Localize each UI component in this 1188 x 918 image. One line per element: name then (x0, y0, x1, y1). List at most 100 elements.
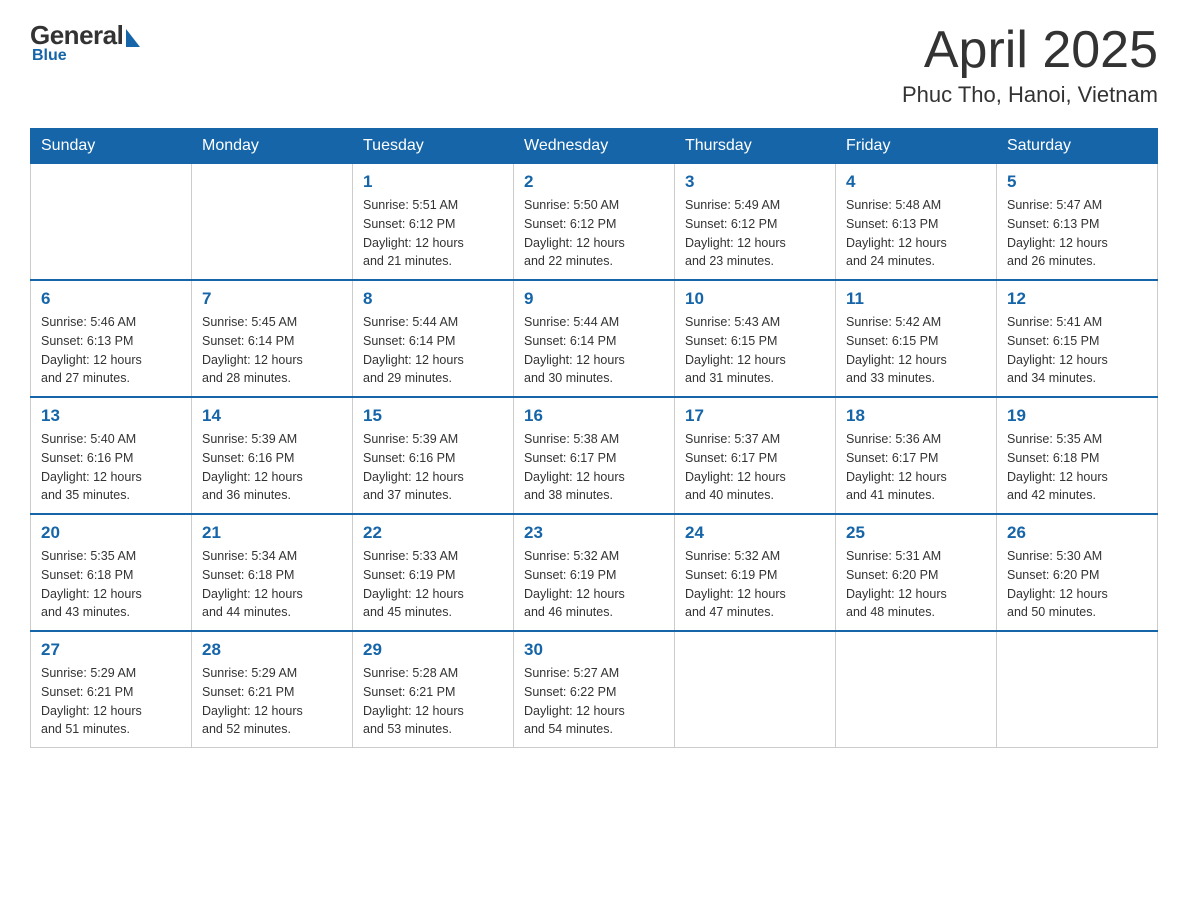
day-number: 30 (524, 640, 664, 660)
day-number: 6 (41, 289, 181, 309)
day-number: 19 (1007, 406, 1147, 426)
calendar-cell: 25 Sunrise: 5:31 AM Sunset: 6:20 PM Dayli… (836, 514, 997, 631)
calendar-cell: 16 Sunrise: 5:38 AM Sunset: 6:17 PM Dayli… (514, 397, 675, 514)
day-info: Sunrise: 5:50 AM Sunset: 6:12 PM Dayligh… (524, 196, 664, 271)
day-number: 3 (685, 172, 825, 192)
day-number: 24 (685, 523, 825, 543)
calendar-cell: 4 Sunrise: 5:48 AM Sunset: 6:13 PM Daylig… (836, 164, 997, 281)
day-info: Sunrise: 5:39 AM Sunset: 6:16 PM Dayligh… (202, 430, 342, 505)
weekday-header-wednesday: Wednesday (514, 129, 675, 164)
day-number: 13 (41, 406, 181, 426)
calendar-cell (31, 164, 192, 281)
day-info: Sunrise: 5:49 AM Sunset: 6:12 PM Dayligh… (685, 196, 825, 271)
day-info: Sunrise: 5:42 AM Sunset: 6:15 PM Dayligh… (846, 313, 986, 388)
calendar-cell: 7 Sunrise: 5:45 AM Sunset: 6:14 PM Daylig… (192, 280, 353, 397)
day-info: Sunrise: 5:34 AM Sunset: 6:18 PM Dayligh… (202, 547, 342, 622)
day-number: 5 (1007, 172, 1147, 192)
day-info: Sunrise: 5:40 AM Sunset: 6:16 PM Dayligh… (41, 430, 181, 505)
calendar-cell: 17 Sunrise: 5:37 AM Sunset: 6:17 PM Dayli… (675, 397, 836, 514)
calendar-cell: 20 Sunrise: 5:35 AM Sunset: 6:18 PM Dayli… (31, 514, 192, 631)
calendar-cell: 13 Sunrise: 5:40 AM Sunset: 6:16 PM Dayli… (31, 397, 192, 514)
day-number: 14 (202, 406, 342, 426)
calendar-cell (997, 631, 1158, 748)
day-number: 20 (41, 523, 181, 543)
calendar-cell: 30 Sunrise: 5:27 AM Sunset: 6:22 PM Dayli… (514, 631, 675, 748)
day-info: Sunrise: 5:32 AM Sunset: 6:19 PM Dayligh… (685, 547, 825, 622)
day-info: Sunrise: 5:39 AM Sunset: 6:16 PM Dayligh… (363, 430, 503, 505)
day-number: 15 (363, 406, 503, 426)
weekday-header-monday: Monday (192, 129, 353, 164)
day-info: Sunrise: 5:31 AM Sunset: 6:20 PM Dayligh… (846, 547, 986, 622)
calendar-week-row: 6Sunrise: 5:46 AM Sunset: 6:13 PM Daylig… (31, 280, 1158, 397)
day-number: 16 (524, 406, 664, 426)
day-number: 23 (524, 523, 664, 543)
weekday-header-tuesday: Tuesday (353, 129, 514, 164)
day-info: Sunrise: 5:28 AM Sunset: 6:21 PM Dayligh… (363, 664, 503, 739)
calendar-cell: 23Sunrise: 5:32 AM Sunset: 6:19 PM Dayli… (514, 514, 675, 631)
calendar-cell: 18 Sunrise: 5:36 AM Sunset: 6:17 PM Dayli… (836, 397, 997, 514)
calendar-subtitle: Phuc Tho, Hanoi, Vietnam (902, 82, 1158, 108)
calendar-cell: 3 Sunrise: 5:49 AM Sunset: 6:12 PM Daylig… (675, 164, 836, 281)
weekday-header-saturday: Saturday (997, 129, 1158, 164)
day-info: Sunrise: 5:33 AM Sunset: 6:19 PM Dayligh… (363, 547, 503, 622)
calendar-cell: 15 Sunrise: 5:39 AM Sunset: 6:16 PM Dayli… (353, 397, 514, 514)
calendar-cell: 2Sunrise: 5:50 AM Sunset: 6:12 PM Daylig… (514, 164, 675, 281)
day-info: Sunrise: 5:48 AM Sunset: 6:13 PM Dayligh… (846, 196, 986, 271)
day-info: Sunrise: 5:29 AM Sunset: 6:21 PM Dayligh… (202, 664, 342, 739)
calendar-table: SundayMondayTuesdayWednesdayThursdayFrid… (30, 128, 1158, 748)
day-info: Sunrise: 5:29 AM Sunset: 6:21 PM Dayligh… (41, 664, 181, 739)
logo: General Blue (30, 20, 140, 65)
calendar-cell: 6Sunrise: 5:46 AM Sunset: 6:13 PM Daylig… (31, 280, 192, 397)
day-info: Sunrise: 5:27 AM Sunset: 6:22 PM Dayligh… (524, 664, 664, 739)
day-info: Sunrise: 5:41 AM Sunset: 6:15 PM Dayligh… (1007, 313, 1147, 388)
calendar-cell: 19 Sunrise: 5:35 AM Sunset: 6:18 PM Dayli… (997, 397, 1158, 514)
calendar-cell: 21 Sunrise: 5:34 AM Sunset: 6:18 PM Dayli… (192, 514, 353, 631)
calendar-cell: 1Sunrise: 5:51 AM Sunset: 6:12 PM Daylig… (353, 164, 514, 281)
calendar-cell: 27 Sunrise: 5:29 AM Sunset: 6:21 PM Dayli… (31, 631, 192, 748)
day-number: 25 (846, 523, 986, 543)
calendar-cell: 26 Sunrise: 5:30 AM Sunset: 6:20 PM Dayli… (997, 514, 1158, 631)
calendar-cell: 29 Sunrise: 5:28 AM Sunset: 6:21 PM Dayli… (353, 631, 514, 748)
day-number: 26 (1007, 523, 1147, 543)
day-number: 21 (202, 523, 342, 543)
calendar-week-row: 1Sunrise: 5:51 AM Sunset: 6:12 PM Daylig… (31, 164, 1158, 281)
day-info: Sunrise: 5:38 AM Sunset: 6:17 PM Dayligh… (524, 430, 664, 505)
day-info: Sunrise: 5:37 AM Sunset: 6:17 PM Dayligh… (685, 430, 825, 505)
day-info: Sunrise: 5:35 AM Sunset: 6:18 PM Dayligh… (1007, 430, 1147, 505)
calendar-cell: 12 Sunrise: 5:41 AM Sunset: 6:15 PM Dayli… (997, 280, 1158, 397)
logo-triangle-icon (126, 29, 140, 47)
calendar-cell: 11 Sunrise: 5:42 AM Sunset: 6:15 PM Dayli… (836, 280, 997, 397)
day-number: 12 (1007, 289, 1147, 309)
day-info: Sunrise: 5:30 AM Sunset: 6:20 PM Dayligh… (1007, 547, 1147, 622)
calendar-cell: 5 Sunrise: 5:47 AM Sunset: 6:13 PM Daylig… (997, 164, 1158, 281)
day-number: 9 (524, 289, 664, 309)
day-info: Sunrise: 5:36 AM Sunset: 6:17 PM Dayligh… (846, 430, 986, 505)
day-number: 4 (846, 172, 986, 192)
calendar-cell: 9Sunrise: 5:44 AM Sunset: 6:14 PM Daylig… (514, 280, 675, 397)
calendar-cell (675, 631, 836, 748)
day-number: 29 (363, 640, 503, 660)
calendar-cell: 10 Sunrise: 5:43 AM Sunset: 6:15 PM Dayli… (675, 280, 836, 397)
day-number: 8 (363, 289, 503, 309)
title-block: April 2025 Phuc Tho, Hanoi, Vietnam (902, 20, 1158, 108)
calendar-title: April 2025 (902, 20, 1158, 80)
weekday-header-friday: Friday (836, 129, 997, 164)
calendar-cell: 22 Sunrise: 5:33 AM Sunset: 6:19 PM Dayli… (353, 514, 514, 631)
day-number: 17 (685, 406, 825, 426)
calendar-cell (192, 164, 353, 281)
calendar-cell: 8 Sunrise: 5:44 AM Sunset: 6:14 PM Daylig… (353, 280, 514, 397)
calendar-week-row: 13 Sunrise: 5:40 AM Sunset: 6:16 PM Dayli… (31, 397, 1158, 514)
day-number: 18 (846, 406, 986, 426)
day-info: Sunrise: 5:35 AM Sunset: 6:18 PM Dayligh… (41, 547, 181, 622)
day-info: Sunrise: 5:43 AM Sunset: 6:15 PM Dayligh… (685, 313, 825, 388)
day-number: 10 (685, 289, 825, 309)
day-info: Sunrise: 5:47 AM Sunset: 6:13 PM Dayligh… (1007, 196, 1147, 271)
day-info: Sunrise: 5:44 AM Sunset: 6:14 PM Dayligh… (363, 313, 503, 388)
day-number: 27 (41, 640, 181, 660)
day-info: Sunrise: 5:45 AM Sunset: 6:14 PM Dayligh… (202, 313, 342, 388)
day-number: 7 (202, 289, 342, 309)
day-number: 22 (363, 523, 503, 543)
day-info: Sunrise: 5:51 AM Sunset: 6:12 PM Dayligh… (363, 196, 503, 271)
calendar-header-row: SundayMondayTuesdayWednesdayThursdayFrid… (31, 129, 1158, 164)
day-number: 11 (846, 289, 986, 309)
